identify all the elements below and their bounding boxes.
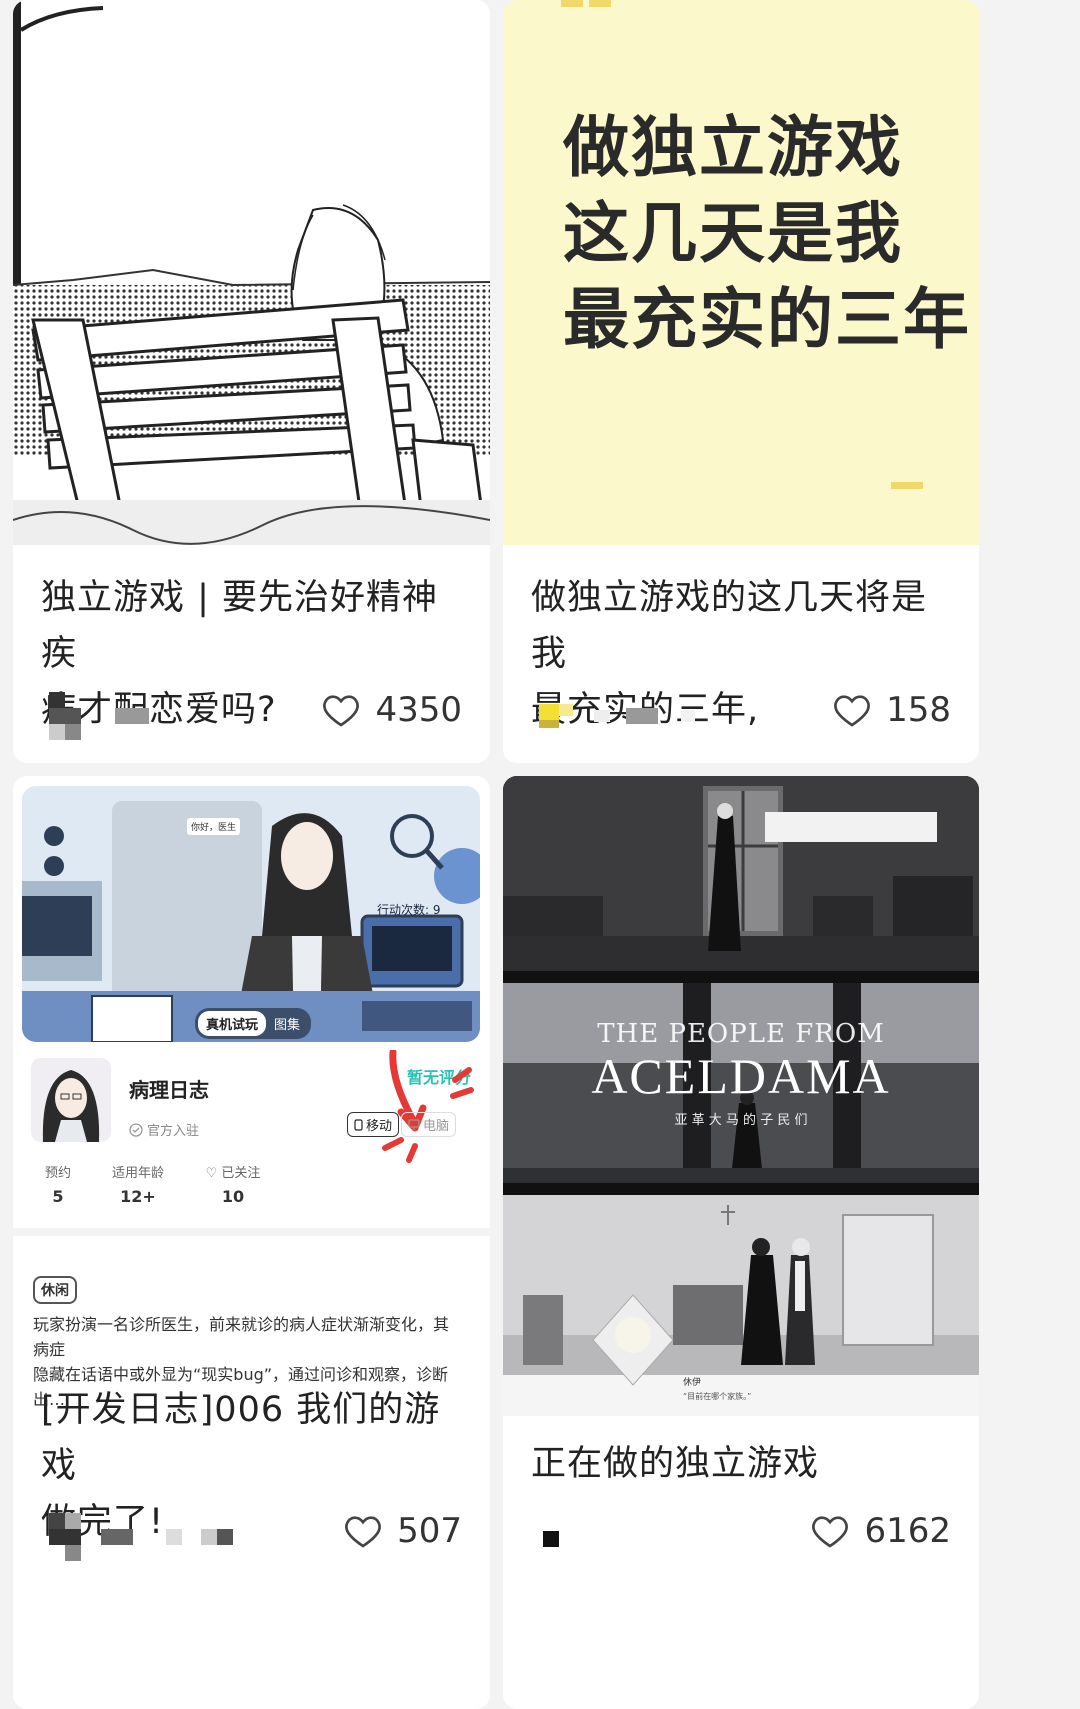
gallery-tab[interactable]: 图集 bbox=[266, 1011, 308, 1036]
post-card-1[interactable]: 独立游戏 | 要先治好精神疾 病才配恋爱吗? 4350 bbox=[13, 0, 490, 763]
author-row[interactable]: 6162 bbox=[531, 1501, 951, 1561]
platform-pc[interactable]: 电脑 bbox=[401, 1112, 457, 1137]
sign-label: 你好，医生 bbox=[187, 818, 241, 835]
official-badge: 官方入驻 bbox=[129, 1120, 199, 1139]
heart-outline-icon bbox=[323, 695, 360, 727]
action-count: 行动次数: 9 bbox=[377, 903, 441, 917]
stat-followed[interactable]: ♡ 已关注 10 bbox=[193, 1162, 273, 1206]
game-scene-2: THE PEOPLE FROM ACELDAMA 亚 革 大 马 的 子 民 们 bbox=[503, 983, 979, 1183]
author-row[interactable]: 507 bbox=[41, 1501, 462, 1561]
author-row[interactable]: 4350 bbox=[41, 680, 462, 740]
game-logo-subtitle: 亚 革 大 马 的 子 民 们 bbox=[674, 1113, 808, 1128]
avatar[interactable] bbox=[49, 692, 81, 740]
heart-outline-icon bbox=[345, 1516, 381, 1548]
game-stats: 预约 5 适用年龄 12+ ♡ 已关注 10 bbox=[33, 1162, 293, 1212]
comic-illustration bbox=[13, 0, 490, 545]
like-count: 507 bbox=[397, 1511, 462, 1551]
like-button[interactable]: 507 bbox=[343, 1501, 462, 1561]
heart-outline-icon bbox=[812, 1516, 849, 1548]
dialogue-text: “目前在哪个家族。” bbox=[683, 1392, 752, 1401]
verified-icon bbox=[129, 1122, 143, 1137]
post-cover-image bbox=[13, 0, 490, 545]
post-card-2[interactable]: 做独立游戏 这几天是我 最充实的三年 做独立游戏的这几天将是我 最充实的三年, … bbox=[503, 0, 979, 763]
like-count: 4350 bbox=[375, 690, 462, 730]
game-info: 病理日志 官方入驻 暂无评分 移动 电脑 预约 5 适用年龄 12+ ♡ 已关注… bbox=[13, 1050, 490, 1270]
author-name-pixelated[interactable] bbox=[594, 710, 610, 722]
cover-text: 做独立游戏 这几天是我 最充实的三年 bbox=[563, 109, 971, 358]
phone-icon bbox=[354, 1118, 363, 1131]
post-title[interactable]: 正在做的独立游戏 bbox=[531, 1436, 955, 1492]
speaker-name: 休伊 bbox=[683, 1378, 702, 1388]
post-card-3[interactable]: 你好，医生 行动次数: 9 真机试玩 图集 病理日志 官方入驻 暂无评分 移动 … bbox=[13, 776, 490, 1709]
author-row[interactable]: 158 bbox=[531, 680, 951, 740]
game-scene-1 bbox=[503, 776, 979, 971]
author-name-pixelated[interactable] bbox=[115, 708, 149, 724]
like-button[interactable]: 4350 bbox=[321, 680, 462, 740]
like-button[interactable]: 158 bbox=[832, 680, 951, 740]
stat-reservations: 预约 5 bbox=[44, 1166, 71, 1206]
post-cover-image: THE PEOPLE FROM ACELDAMA 亚 革 大 马 的 子 民 们 bbox=[503, 776, 979, 1416]
platform-tabs: 移动 电脑 bbox=[347, 1112, 457, 1137]
game-logo-line1: THE PEOPLE FROM bbox=[597, 1019, 885, 1049]
game-logo-line2: ACELDAMA bbox=[591, 1048, 891, 1104]
trial-play-tab[interactable]: 真机试玩 bbox=[198, 1011, 267, 1036]
like-count: 158 bbox=[886, 690, 951, 730]
avatar[interactable] bbox=[543, 1531, 559, 1547]
stat-age-rating: 适用年龄 12+ bbox=[111, 1166, 164, 1206]
avatar[interactable] bbox=[49, 1513, 81, 1561]
monitor-icon bbox=[408, 1118, 420, 1130]
post-card-4[interactable]: THE PEOPLE FROM ACELDAMA 亚 革 大 马 的 子 民 们 bbox=[503, 776, 979, 1709]
game-icon[interactable] bbox=[31, 1058, 111, 1142]
avatar[interactable] bbox=[539, 704, 573, 728]
game-scene-3: 休伊 “目前在哪个家族。” bbox=[503, 1195, 979, 1416]
game-screenshot: 你好，医生 行动次数: 9 真机试玩 图集 bbox=[22, 786, 480, 1042]
like-button[interactable]: 6162 bbox=[810, 1501, 951, 1561]
platform-mobile[interactable]: 移动 bbox=[347, 1112, 400, 1137]
genre-tag[interactable]: 休闲 bbox=[33, 1276, 77, 1304]
heart-outline-icon bbox=[834, 695, 870, 727]
divider bbox=[13, 1228, 490, 1236]
like-count: 6162 bbox=[864, 1511, 951, 1551]
media-tabs: 真机试玩 图集 bbox=[195, 1008, 312, 1039]
game-name[interactable]: 病理日志 bbox=[129, 1074, 209, 1103]
post-cover-image: 做独立游戏 这几天是我 最充实的三年 bbox=[503, 0, 979, 545]
author-name-pixelated[interactable] bbox=[101, 1529, 133, 1545]
dialogue-box bbox=[765, 812, 937, 842]
